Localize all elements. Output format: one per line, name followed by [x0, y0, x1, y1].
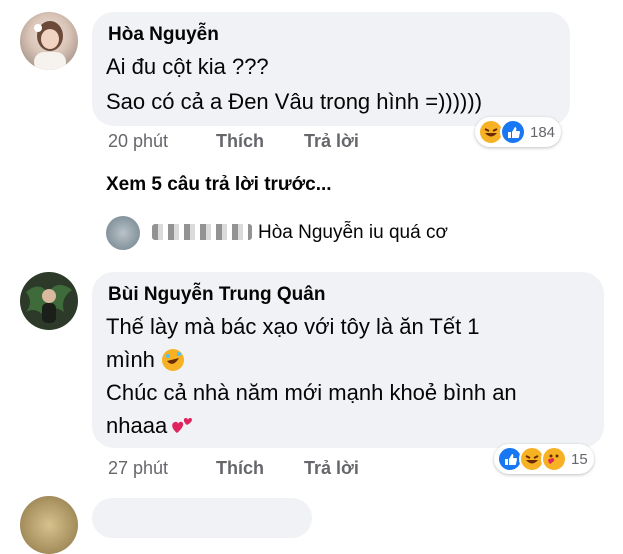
- like-link[interactable]: Thích: [216, 458, 264, 479]
- reaction-count: 15: [571, 450, 588, 468]
- redacted-name-blur: [152, 224, 252, 240]
- avatar[interactable]: [20, 272, 78, 330]
- comment-author[interactable]: Bùi Nguyễn Trung Quân: [108, 284, 325, 306]
- avatar-photo: [26, 284, 72, 323]
- comment-time[interactable]: 27 phút: [108, 458, 168, 479]
- reply-link[interactable]: Trả lời: [304, 131, 359, 152]
- avatar[interactable]: [20, 496, 78, 554]
- care-icon: [541, 446, 567, 472]
- comment-text-line: Ai đu cột kia ???: [106, 54, 269, 79]
- reply-preview[interactable]: Hòa Nguyễn iu quá cơ: [106, 214, 486, 250]
- reply-avatar: [106, 216, 140, 250]
- comment-text-line: Thế lày mà bác xạo với tôy là ăn Tết 1: [106, 314, 480, 339]
- comment-text-line-with-emoji: nhaaa: [106, 409, 195, 442]
- avatar-photo: [34, 21, 66, 70]
- like-icon: [500, 119, 526, 145]
- comment-text-line-with-emoji: mình: [106, 343, 185, 376]
- avatar[interactable]: [20, 12, 78, 70]
- rolling-laughing-emoji-icon: [161, 348, 185, 372]
- reply-preview-text: Hòa Nguyễn iu quá cơ: [258, 222, 448, 243]
- reaction-summary[interactable]: 184: [475, 117, 562, 147]
- reaction-count: 184: [530, 123, 556, 141]
- comment-time[interactable]: 20 phút: [108, 131, 168, 152]
- reaction-summary[interactable]: 15: [494, 444, 594, 474]
- comment-text-line: Chúc cả nhà năm mới mạnh khoẻ bình an: [106, 380, 517, 405]
- reply-link[interactable]: Trả lời: [304, 458, 359, 479]
- like-link[interactable]: Thích: [216, 131, 264, 152]
- comment-text-line: Sao có cả a Đen Vâu trong hình =)))))): [106, 89, 483, 114]
- two-hearts-icon: [169, 413, 195, 439]
- comment-author[interactable]: Hòa Nguyễn: [108, 24, 219, 46]
- comment-bubble: [92, 498, 312, 538]
- view-previous-replies[interactable]: Xem 5 câu trả lời trước...: [106, 174, 332, 196]
